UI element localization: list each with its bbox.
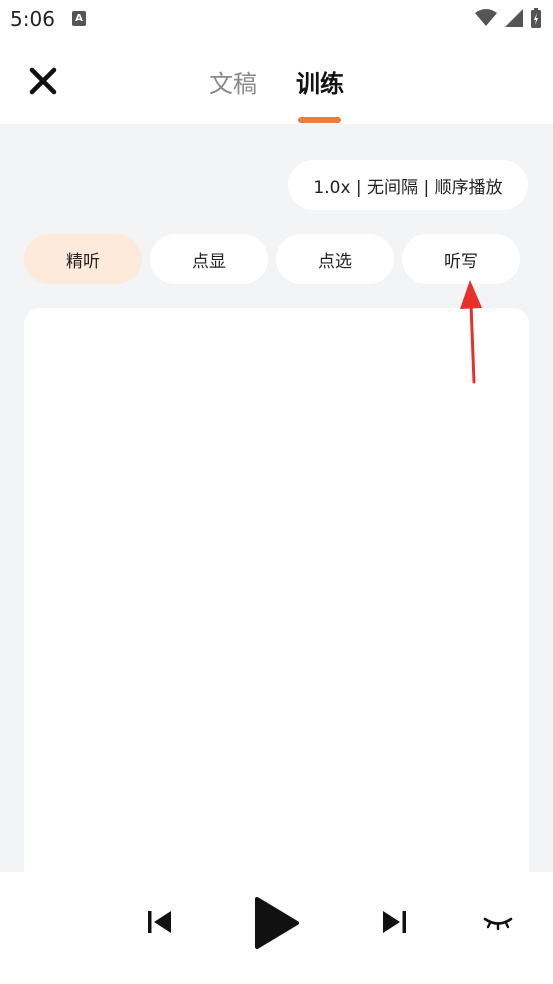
hide-text-button[interactable] bbox=[482, 910, 514, 934]
play-icon bbox=[255, 897, 299, 949]
playback-settings-label: 1.0x | 无间隔 | 顺序播放 bbox=[313, 177, 503, 198]
close-icon bbox=[29, 67, 57, 95]
mode-tap-reveal[interactable]: 点显 bbox=[150, 234, 268, 284]
mode-label: 点显 bbox=[192, 251, 226, 272]
status-time: 5:06 bbox=[10, 7, 55, 31]
next-icon bbox=[383, 911, 406, 933]
status-bar: 5:06 A bbox=[0, 0, 553, 40]
tab-training[interactable]: 训练 bbox=[296, 64, 344, 99]
mode-label: 听写 bbox=[444, 251, 478, 272]
app-notification-icon: A bbox=[72, 11, 86, 26]
play-button[interactable] bbox=[252, 896, 300, 950]
player-bar bbox=[0, 872, 553, 984]
close-button[interactable] bbox=[24, 62, 62, 100]
status-icons bbox=[475, 8, 541, 28]
previous-button[interactable] bbox=[146, 908, 174, 936]
mode-label: 精听 bbox=[66, 251, 100, 272]
cell-signal-icon bbox=[505, 9, 523, 27]
mode-dictation[interactable]: 听写 bbox=[402, 234, 520, 284]
mode-label: 点选 bbox=[318, 251, 352, 272]
previous-icon bbox=[148, 911, 171, 933]
battery-charging-icon bbox=[531, 8, 541, 28]
eye-closed-icon bbox=[483, 917, 513, 931]
training-content-area bbox=[24, 308, 529, 908]
wifi-icon bbox=[475, 9, 497, 26]
next-button[interactable] bbox=[380, 908, 408, 936]
annotation-arrow bbox=[460, 280, 482, 384]
playback-settings-button[interactable]: 1.0x | 无间隔 | 顺序播放 bbox=[288, 160, 528, 210]
tab-draft[interactable]: 文稿 bbox=[209, 64, 257, 99]
mode-tap-select[interactable]: 点选 bbox=[276, 234, 394, 284]
header: 文稿 训练 bbox=[0, 40, 553, 124]
active-tab-indicator bbox=[298, 117, 341, 123]
mode-intensive-listening[interactable]: 精听 bbox=[24, 234, 142, 284]
app-screen: 5:06 A 文稿 训练 1.0x | 无间隔 | 顺序播放 精听 点显 点选 … bbox=[0, 0, 553, 984]
